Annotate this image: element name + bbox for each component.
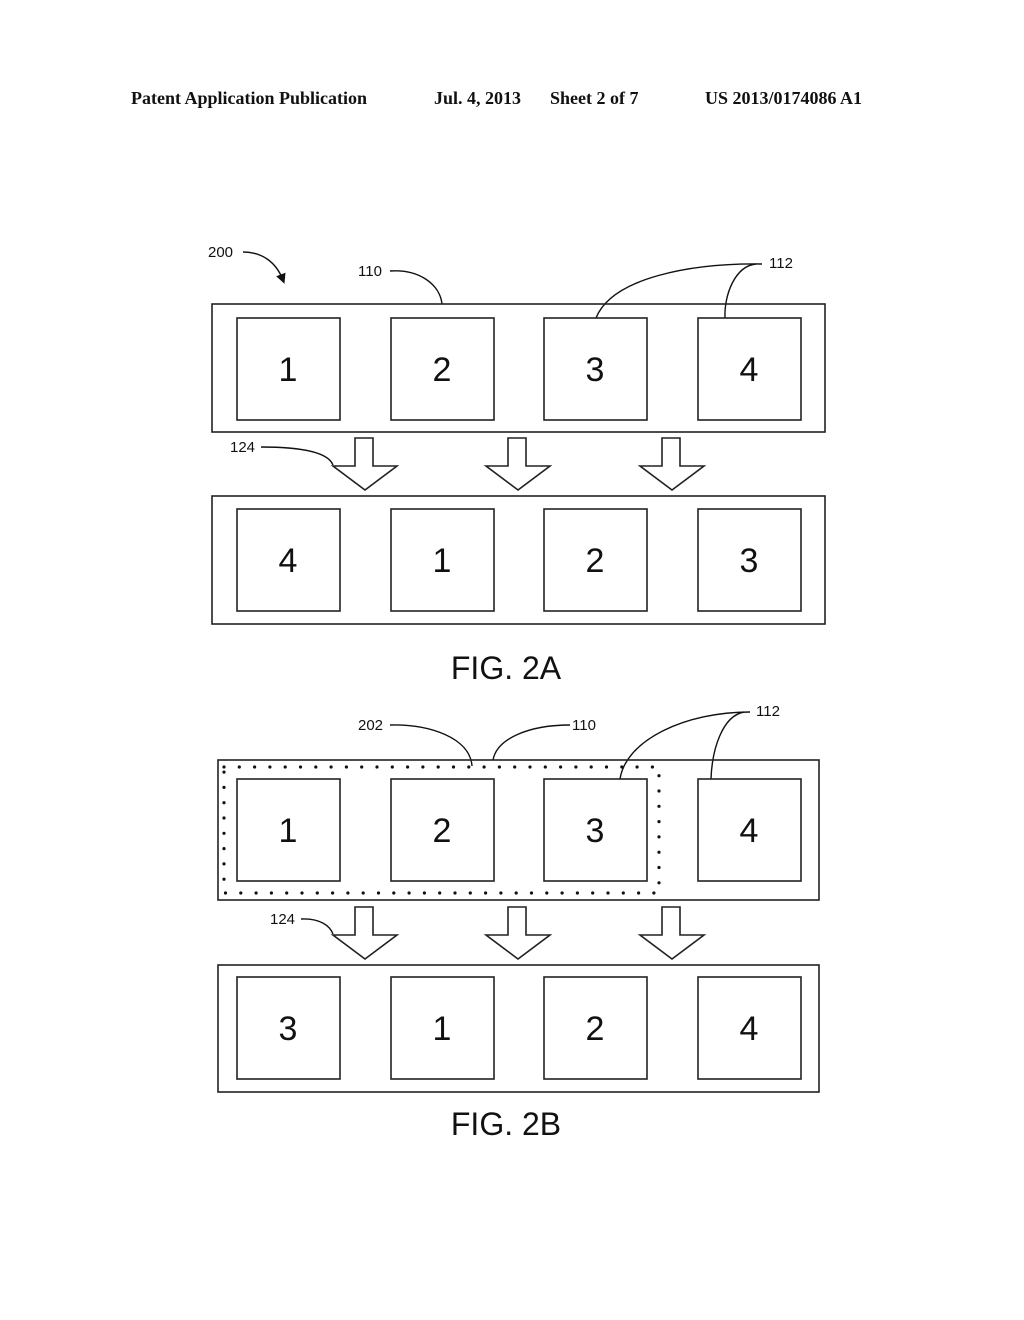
bottom-row-items: 3 1 2 4 [236, 976, 802, 1080]
ref-label-200: 200 [208, 244, 233, 261]
item-number: 4 [740, 1010, 759, 1048]
ref-label-110: 110 [358, 263, 382, 280]
down-arrow-icon [637, 437, 707, 491]
item-number: 3 [279, 1010, 298, 1048]
item-number: 4 [740, 351, 759, 389]
patent-drawing: 200 110 112 1 2 3 4 124 4 1 2 3 FIG. 2A … [208, 244, 826, 1142]
down-arrow-icon [483, 437, 553, 491]
item-number: 3 [586, 812, 605, 850]
down-arrow-icon [330, 906, 400, 960]
figure-caption-2b: FIG. 2B [451, 1106, 561, 1142]
leader-line-110 [389, 270, 443, 305]
top-row-items: 1 2 3 4 [236, 317, 802, 421]
leader-line-112a [619, 711, 751, 780]
figure-2b: 202 110 112 1 2 3 4 124 3 1 2 4 FIG. 2B [217, 703, 820, 1142]
item-number: 1 [279, 812, 298, 850]
leader-line-112b [724, 263, 757, 319]
item-number: 2 [433, 351, 452, 389]
figure-caption-2a: FIG. 2A [451, 650, 562, 686]
bottom-row-items: 4 1 2 3 [236, 508, 802, 612]
down-arrow-icon [637, 906, 707, 960]
down-arrow-icon [483, 906, 553, 960]
item-number: 3 [740, 542, 759, 580]
item-number: 3 [586, 351, 605, 389]
figure-2a: 200 110 112 1 2 3 4 124 4 1 2 3 FIG. 2A [208, 244, 826, 686]
item-number: 1 [433, 1010, 452, 1048]
leader-line-110 [492, 724, 571, 761]
ref-label-124: 124 [230, 439, 255, 456]
ref-label-202: 202 [358, 717, 383, 734]
down-arrow-icon [330, 437, 400, 491]
leader-line-112b [710, 711, 745, 780]
ref-label-110: 110 [572, 717, 596, 734]
item-number: 2 [586, 542, 605, 580]
item-number: 1 [433, 542, 452, 580]
item-number: 1 [279, 351, 298, 389]
top-row-items: 1 2 3 4 [236, 778, 802, 882]
leader-line-124 [300, 918, 334, 935]
item-number: 2 [586, 1010, 605, 1048]
item-number: 4 [279, 542, 298, 580]
curved-arrow-icon [242, 251, 286, 284]
item-number: 2 [433, 812, 452, 850]
ref-label-112: 112 [769, 255, 793, 272]
item-number: 4 [740, 812, 759, 850]
leader-line-124 [260, 446, 334, 466]
ref-label-124: 124 [270, 911, 295, 928]
leader-line-112a [595, 263, 763, 319]
ref-label-112: 112 [756, 703, 780, 720]
